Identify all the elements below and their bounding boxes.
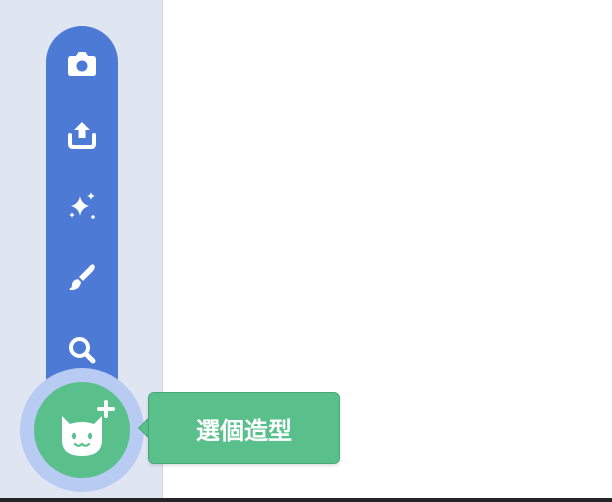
paint-brush-icon: [69, 264, 95, 291]
tooltip-label: 選個造型: [196, 416, 292, 445]
surprise-costume-button[interactable]: [46, 176, 118, 236]
paint-costume-button[interactable]: [46, 248, 118, 308]
costume-editor-area: 選個造型: [0, 0, 612, 502]
bottom-border: [0, 498, 612, 502]
choose-costume-tooltip: 選個造型: [148, 392, 340, 464]
choose-costume-button[interactable]: [34, 382, 130, 478]
upload-icon: [68, 122, 96, 149]
search-icon: [69, 337, 96, 364]
upload-costume-button[interactable]: [46, 104, 118, 164]
camera-icon: [68, 52, 96, 76]
surprise-sparkle-icon: [69, 192, 95, 219]
paint-camera-button[interactable]: [46, 34, 118, 94]
cat-plus-icon: [62, 400, 115, 456]
